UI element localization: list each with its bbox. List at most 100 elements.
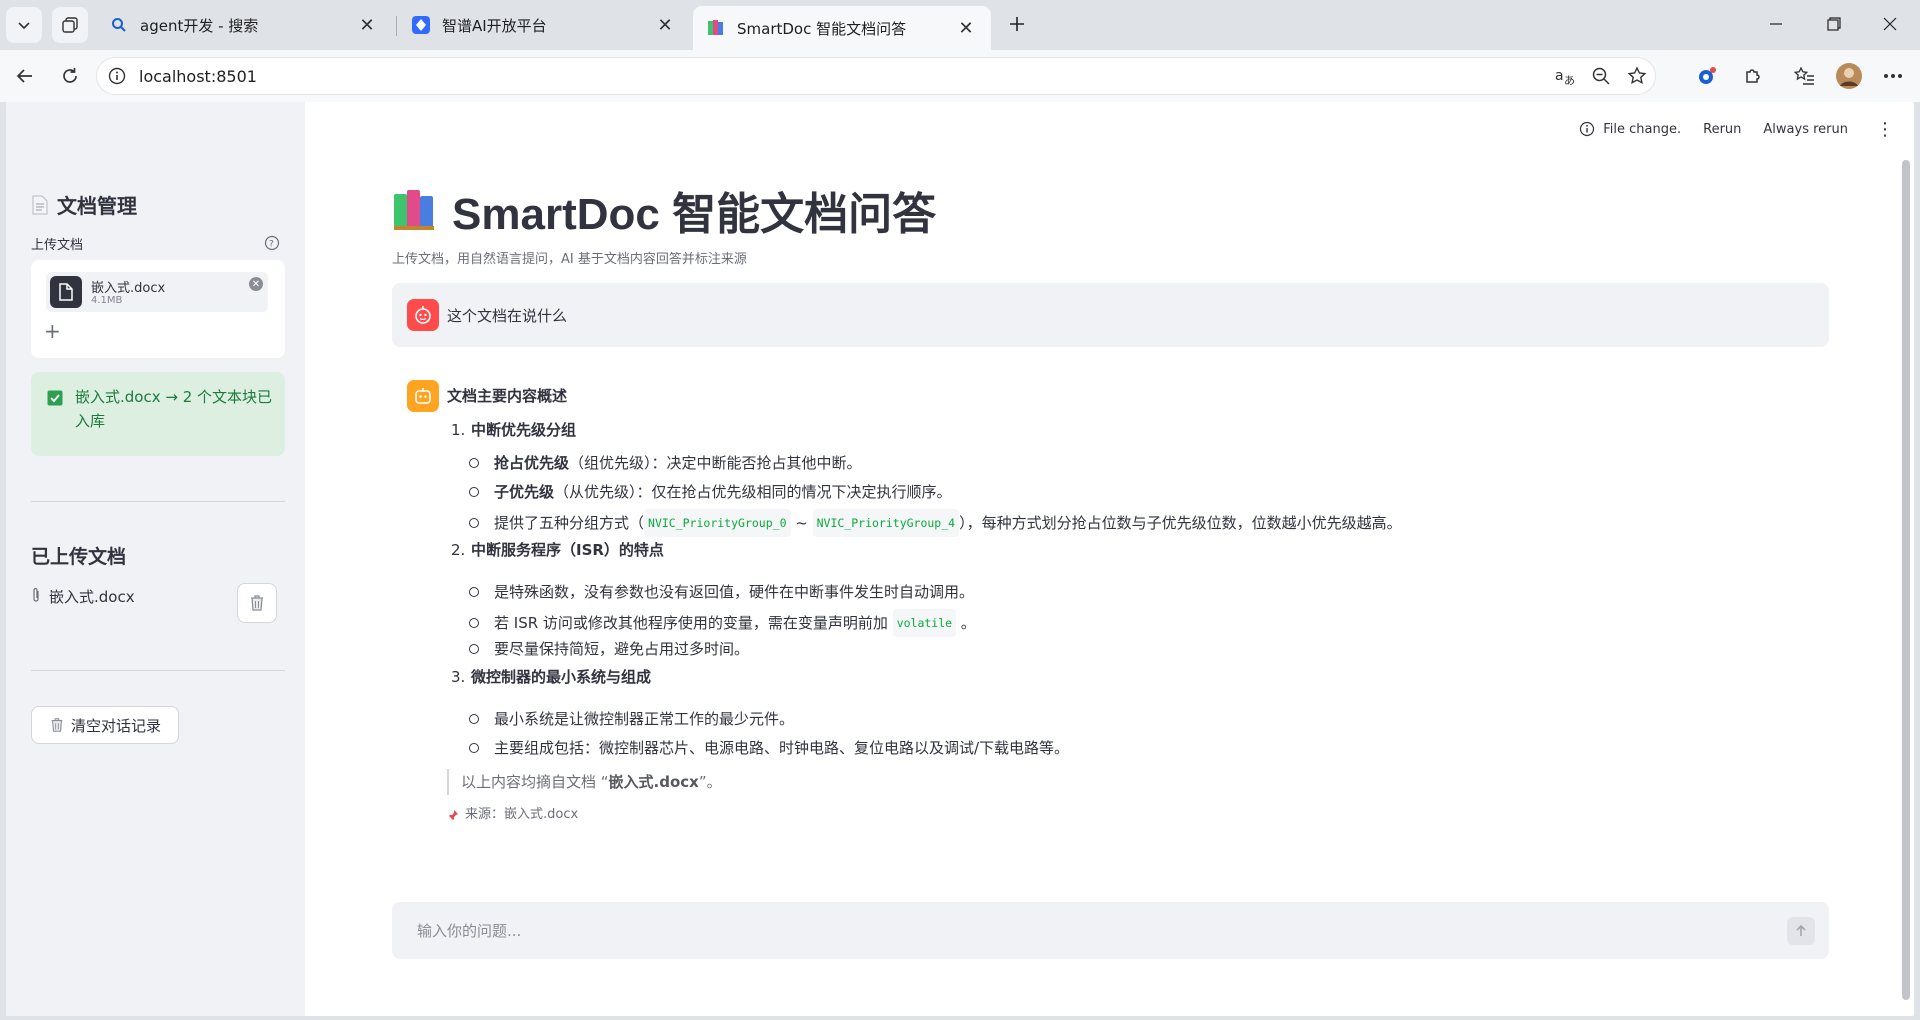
close-icon[interactable]: ✕ bbox=[955, 17, 977, 39]
answer-bullet: 提供了五种分组方式（ NVIC_PriorityGroup_0 ~ NVIC_P… bbox=[469, 509, 1402, 537]
file-icon bbox=[50, 276, 82, 308]
refresh-button[interactable] bbox=[54, 60, 86, 92]
answer-source: 来源：嵌入式.docx bbox=[447, 803, 578, 827]
site-info-icon[interactable] bbox=[107, 66, 127, 86]
close-icon bbox=[1883, 17, 1897, 31]
tab-smartdoc[interactable]: SmartDoc 智能文档问答 ✕ bbox=[693, 6, 991, 50]
bullet-text: 提供了五种分组方式（ bbox=[494, 514, 645, 532]
bullet-text: 主要组成包括：微控制器芯片、电源电路、时钟电路、复位电路以及调试/下载电路等。 bbox=[494, 739, 1070, 757]
back-arrow-icon bbox=[16, 69, 32, 83]
profile-avatar[interactable] bbox=[1833, 60, 1865, 92]
answer-bullet: 是特殊函数，没有参数也没有返回值，硬件在中断事件发生时自动调用。 bbox=[469, 580, 974, 604]
bullet-marker bbox=[469, 618, 479, 628]
add-file-button[interactable]: + bbox=[44, 319, 61, 343]
info-icon bbox=[1579, 121, 1595, 137]
favorites-list-icon[interactable] bbox=[1788, 60, 1820, 92]
bullet-text: （从优先级）：仅在抢占优先级相同的情况下决定执行顺序。 bbox=[554, 483, 952, 501]
uploaded-file-chip: 嵌入式.docx 4.1MB ✕ bbox=[46, 272, 268, 312]
bullet-text: （组优先级）：决定中断能否抢占其他中断。 bbox=[569, 454, 862, 472]
new-tab-button[interactable] bbox=[995, 0, 1039, 48]
sidebar-divider bbox=[31, 501, 285, 502]
close-icon[interactable]: ✕ bbox=[654, 14, 676, 36]
bullet-marker bbox=[469, 487, 479, 497]
rerun-button[interactable]: Rerun bbox=[1703, 122, 1741, 137]
chevron-down-icon bbox=[18, 22, 30, 30]
workspaces-button[interactable] bbox=[52, 7, 88, 43]
file-uploader[interactable]: 嵌入式.docx 4.1MB ✕ + bbox=[31, 260, 285, 358]
trash-icon bbox=[49, 717, 65, 733]
copilot-extension-icon[interactable] bbox=[1691, 60, 1723, 92]
bullet-marker bbox=[469, 644, 479, 654]
url-text: localhost:8501 bbox=[139, 66, 257, 86]
zoom-out-icon[interactable] bbox=[1583, 58, 1619, 94]
restore-button[interactable] bbox=[1808, 0, 1860, 48]
favorite-star-icon[interactable] bbox=[1619, 58, 1655, 94]
minimize-button[interactable] bbox=[1750, 0, 1802, 48]
page-subtitle: 上传文档，用自然语言提问，AI 基于文档内容回答并标注来源 bbox=[392, 252, 747, 267]
quote-text: ”。 bbox=[698, 773, 722, 791]
close-window-button[interactable] bbox=[1864, 0, 1916, 48]
uploaded-docs-heading: 已上传文档 bbox=[31, 547, 127, 568]
scrollbar[interactable] bbox=[1902, 160, 1910, 1000]
minimize-icon bbox=[1770, 23, 1782, 25]
extensions-puzzle-icon[interactable] bbox=[1737, 60, 1769, 92]
page-title-text: SmartDoc 智能文档问答 bbox=[452, 190, 937, 239]
answer-section: 2. 中断服务程序（ISR）的特点 bbox=[451, 538, 664, 562]
zhipu-logo-icon bbox=[412, 16, 430, 34]
uploaded-doc-name: 嵌入式.docx bbox=[49, 588, 135, 606]
search-icon bbox=[110, 16, 128, 34]
answer-bullet: 抢占优先级 （组优先级）：决定中断能否抢占其他中断。 bbox=[469, 451, 862, 475]
tab-zhipu[interactable]: 智谱AI开放平台 ✕ bbox=[398, 6, 690, 44]
trash-icon bbox=[251, 595, 263, 611]
bullet-term: 抢占优先级 bbox=[494, 454, 570, 472]
books-icon bbox=[707, 19, 725, 37]
bullet-term: 子优先级 bbox=[494, 483, 555, 501]
upload-label: 上传文档 bbox=[31, 238, 84, 253]
paperclip-icon bbox=[31, 587, 41, 607]
close-icon[interactable]: ✕ bbox=[356, 14, 378, 36]
tab-title: SmartDoc 智能文档问答 bbox=[737, 19, 907, 38]
uploaded-doc-item: 嵌入式.docx bbox=[31, 586, 135, 607]
restore-icon bbox=[1827, 17, 1841, 31]
answer-bullet: 要尽量保持简短，避免占用过多时间。 bbox=[469, 637, 749, 661]
pushpin-icon bbox=[447, 809, 459, 821]
back-button[interactable] bbox=[9, 60, 41, 92]
more-menu-icon[interactable] bbox=[1877, 60, 1909, 92]
section-number: 1. bbox=[451, 421, 466, 439]
bullet-text: ~ bbox=[790, 514, 813, 532]
bullet-marker bbox=[469, 743, 479, 753]
url-field[interactable]: localhost:8501 aあ bbox=[96, 57, 1656, 95]
main-menu-icon[interactable]: ⋮ bbox=[1876, 119, 1894, 140]
remove-file-icon[interactable]: ✕ bbox=[249, 277, 263, 291]
sidebar: 文档管理 上传文档 ? 嵌入式.docx 4.1MB ✕ + 嵌入式.docx … bbox=[6, 102, 305, 1016]
delete-doc-button[interactable] bbox=[237, 583, 277, 623]
svg-text:?: ? bbox=[269, 240, 274, 250]
file-change-text: File change. bbox=[1603, 121, 1682, 137]
chat-input[interactable]: 输入你的问题... bbox=[392, 902, 1829, 959]
always-rerun-button[interactable]: Always rerun bbox=[1763, 122, 1848, 137]
streamlit-app: 文档管理 上传文档 ? 嵌入式.docx 4.1MB ✕ + 嵌入式.docx … bbox=[6, 102, 1914, 1016]
document-icon bbox=[31, 195, 49, 215]
sidebar-doc-manage-heading: 文档管理 bbox=[31, 190, 137, 219]
file-change-status: File change. bbox=[1579, 121, 1681, 137]
inline-code: NVIC_PriorityGroup_0 bbox=[644, 509, 791, 537]
clear-chat-button[interactable]: 清空对话记录 bbox=[31, 706, 179, 744]
address-bar: localhost:8501 aあ bbox=[0, 50, 1920, 102]
bullet-marker bbox=[469, 587, 479, 597]
section-number: 2. bbox=[451, 541, 466, 559]
plus-icon bbox=[1010, 17, 1024, 31]
refresh-icon bbox=[63, 68, 77, 83]
bullet-text: 是特殊函数，没有参数也没有返回值，硬件在中断事件发生时自动调用。 bbox=[494, 583, 975, 601]
bullet-marker bbox=[469, 714, 479, 724]
answer-bullet: 最小系统是让微控制器正常工作的最少元件。 bbox=[469, 707, 794, 731]
success-alert: 嵌入式.docx → 2 个文本块已入库 bbox=[31, 372, 285, 456]
inline-code: NVIC_PriorityGroup_4 bbox=[812, 509, 960, 537]
tab-list-button[interactable] bbox=[6, 7, 42, 43]
send-button[interactable] bbox=[1787, 917, 1815, 945]
help-icon[interactable]: ? bbox=[264, 235, 280, 251]
answer-section: 1. 中断优先级分组 bbox=[451, 418, 576, 442]
tab-search[interactable]: agent开发 - 搜索 ✕ bbox=[96, 6, 392, 44]
translate-icon[interactable]: aあ bbox=[1547, 58, 1583, 94]
bullet-text: 。 bbox=[956, 614, 976, 632]
svg-text:a: a bbox=[1555, 68, 1564, 84]
